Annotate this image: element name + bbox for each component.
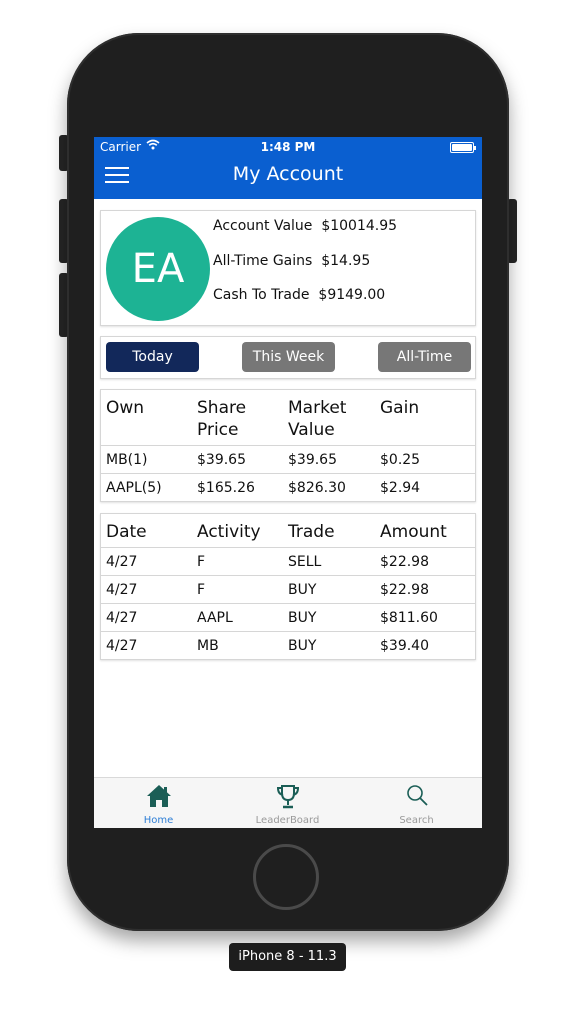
- simulator-device-label: iPhone 8 - 11.3: [229, 943, 346, 971]
- holdings-table: Own Share Price Market Value Gain MB(1) …: [101, 390, 475, 501]
- activity-trade: BUY: [283, 631, 375, 659]
- activity-amount: $39.40: [375, 631, 475, 659]
- cash-to-trade-label: Cash To Trade: [213, 287, 310, 303]
- all-time-gains-label: All-Time Gains: [213, 253, 313, 269]
- cash-to-trade-amount: $9149.00: [318, 287, 386, 303]
- account-value-row: Account Value $10014.95: [213, 218, 397, 234]
- table-row[interactable]: 4/27 MB BUY $39.40: [101, 631, 475, 659]
- activity-date: 4/27: [101, 631, 192, 659]
- activity-symbol: F: [192, 575, 283, 604]
- cash-to-trade-row: Cash To Trade $9149.00: [213, 287, 385, 303]
- holding-market-value: $826.30: [283, 473, 375, 501]
- holding-gain: $2.94: [375, 473, 475, 501]
- account-summary-card: EA Account Value $10014.95 All-Time Gain…: [100, 210, 476, 326]
- activity-symbol: AAPL: [192, 603, 283, 632]
- col-amount-header: Amount: [380, 522, 447, 542]
- table-row[interactable]: MB(1) $39.65 $39.65 $0.25: [101, 445, 475, 474]
- activity-trade: BUY: [283, 575, 375, 604]
- activity-header-row: Date Activity Trade Amount: [101, 514, 475, 548]
- tab-search[interactable]: Search: [352, 778, 481, 828]
- col-gain-header: Gain: [380, 398, 420, 418]
- tab-home-label: Home: [143, 815, 174, 826]
- account-value-label: Account Value: [213, 218, 313, 234]
- col-trade-header: Trade: [288, 522, 335, 542]
- home-button[interactable]: [253, 844, 319, 910]
- activity-trade: BUY: [283, 603, 375, 632]
- tab-home[interactable]: Home: [94, 778, 223, 828]
- holding-symbol: AAPL(5): [101, 473, 192, 501]
- app-screen: Carrier 1:48 PM My Account EA Account Va…: [94, 137, 482, 828]
- tab-search-label: Search: [399, 815, 434, 826]
- col-activity-header: Activity: [197, 522, 261, 542]
- holding-gain: $0.25: [375, 445, 475, 474]
- holding-market-value: $39.65: [283, 445, 375, 474]
- activity-date: 4/27: [101, 547, 192, 576]
- activity-date: 4/27: [101, 575, 192, 604]
- status-bar: Carrier 1:48 PM: [94, 137, 482, 157]
- holdings-table-card: Own Share Price Market Value Gain MB(1) …: [100, 389, 476, 502]
- page-title: My Account: [232, 163, 344, 185]
- tab-leaderboard[interactable]: LeaderBoard: [223, 778, 352, 828]
- period-all-time-button[interactable]: All-Time: [378, 342, 471, 372]
- activity-trade: SELL: [283, 547, 375, 576]
- house-icon: [147, 785, 171, 807]
- col-share-price-header: Share Price: [197, 398, 247, 440]
- status-time: 1:48 PM: [260, 140, 316, 154]
- table-row[interactable]: 4/27 F BUY $22.98: [101, 575, 475, 604]
- col-own-header: Own: [106, 398, 145, 418]
- holding-share-price: $165.26: [192, 473, 283, 501]
- activity-amount: $22.98: [375, 575, 475, 604]
- period-selector: Today This Week All-Time: [100, 336, 476, 379]
- activity-amount: $22.98: [375, 547, 475, 576]
- table-row[interactable]: 4/27 F SELL $22.98: [101, 547, 475, 576]
- period-this-week-button[interactable]: This Week: [242, 342, 335, 372]
- account-value-amount: $10014.95: [321, 218, 398, 234]
- table-row[interactable]: AAPL(5) $165.26 $826.30 $2.94: [101, 473, 475, 501]
- magnifier-icon: [407, 785, 428, 806]
- trophy-icon: [276, 785, 300, 809]
- all-time-gains-row: All-Time Gains $14.95: [213, 253, 370, 269]
- holding-share-price: $39.65: [192, 445, 283, 474]
- tab-bar: Home LeaderBoard Search: [94, 777, 482, 828]
- activity-symbol: MB: [192, 631, 283, 659]
- period-today-button[interactable]: Today: [106, 342, 199, 372]
- avatar: EA: [106, 217, 210, 321]
- activity-amount: $811.60: [375, 603, 475, 632]
- tab-leaderboard-label: LeaderBoard: [255, 815, 320, 826]
- activity-table-card: Date Activity Trade Amount 4/27 F SELL $…: [100, 513, 476, 660]
- all-time-gains-amount: $14.95: [321, 253, 371, 269]
- battery-icon: [450, 142, 476, 153]
- app-header: Carrier 1:48 PM My Account: [94, 137, 482, 199]
- col-market-value-header: Market Value: [288, 398, 347, 440]
- table-row[interactable]: 4/27 AAPL BUY $811.60: [101, 603, 475, 632]
- holdings-header-row: Own Share Price Market Value Gain: [101, 390, 475, 446]
- col-date-header: Date: [106, 522, 147, 542]
- activity-symbol: F: [192, 547, 283, 576]
- activity-table: Date Activity Trade Amount 4/27 F SELL $…: [101, 514, 475, 659]
- activity-date: 4/27: [101, 603, 192, 632]
- holding-symbol: MB(1): [101, 445, 192, 474]
